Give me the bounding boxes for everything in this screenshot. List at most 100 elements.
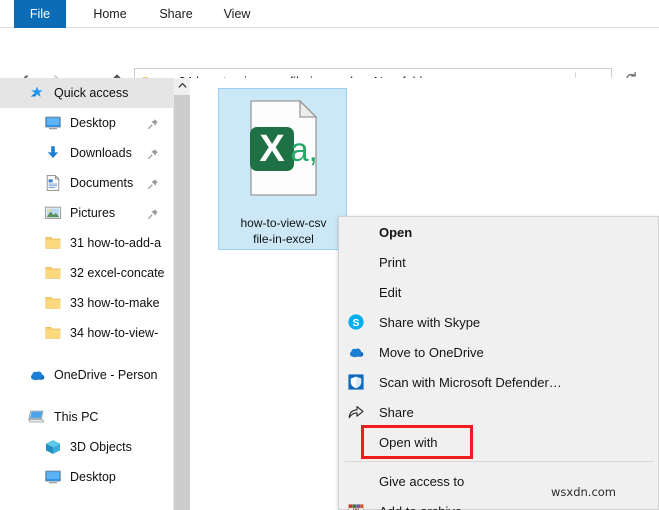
scroll-up-chevron-icon bbox=[177, 78, 188, 96]
context-menu-separator bbox=[345, 461, 654, 462]
pin-icon[interactable] bbox=[147, 177, 159, 189]
sidebar-item-label: This PC bbox=[54, 410, 99, 424]
onedrive-cloud-icon bbox=[345, 342, 367, 362]
ctx-open-with[interactable]: Open with bbox=[339, 427, 658, 457]
folder-icon bbox=[44, 324, 62, 342]
sidebar-item-desktop-pc[interactable]: Desktop bbox=[0, 462, 173, 492]
pin-icon[interactable] bbox=[147, 207, 159, 219]
onedrive-cloud-icon bbox=[28, 366, 46, 384]
quick-access-star-icon bbox=[28, 84, 46, 102]
ctx-print[interactable]: Print bbox=[339, 247, 658, 277]
share-arrow-icon bbox=[345, 402, 367, 422]
sidebar-item-label: 33 how-to-make bbox=[70, 296, 160, 310]
winrar-archive-icon: W bbox=[345, 501, 367, 510]
sidebar-item-downloads[interactable]: Downloads bbox=[0, 138, 173, 168]
pin-icon[interactable] bbox=[147, 117, 159, 129]
file-item-label: how-to-view-csv file-in-excel bbox=[219, 215, 348, 247]
desktop-monitor-icon bbox=[44, 468, 62, 486]
tab-share[interactable]: Share bbox=[150, 0, 202, 28]
ctx-open[interactable]: Open bbox=[339, 217, 658, 247]
sidebar-item-label: Quick access bbox=[54, 86, 129, 100]
context-menu-item-label: Give access to bbox=[379, 473, 465, 489]
scrollbar-thumb[interactable] bbox=[174, 95, 191, 510]
svg-text:X: X bbox=[259, 128, 285, 170]
defender-shield-icon bbox=[345, 372, 367, 392]
skype-icon: S bbox=[345, 312, 367, 332]
context-menu-item-label: Share with Skype bbox=[379, 314, 481, 330]
tab-file[interactable]: File bbox=[14, 0, 66, 28]
sidebar-item-label: Documents bbox=[70, 176, 134, 190]
sidebar-item-label: Desktop bbox=[70, 116, 116, 130]
sidebar-item-label: Pictures bbox=[70, 206, 116, 220]
ctx-share-with-skype[interactable]: S Share with Skype bbox=[339, 307, 658, 337]
tab-view-label: View bbox=[223, 7, 251, 21]
ctx-move-to-onedrive[interactable]: Move to OneDrive bbox=[339, 337, 658, 367]
no-icon-spacer bbox=[345, 252, 367, 272]
navigation-bar: « 34 how-to-view-csv-file-in-excel › New… bbox=[0, 28, 659, 96]
no-icon-spacer bbox=[345, 282, 367, 302]
sidebar-item-onedrive[interactable]: OneDrive - Person bbox=[0, 360, 173, 390]
context-menu-item-label: Print bbox=[379, 254, 406, 270]
documents-page-icon bbox=[44, 174, 62, 192]
sidebar-item-folder-34[interactable]: 34 how-to-view- bbox=[0, 318, 173, 348]
sidebar-item-label: OneDrive - Person bbox=[54, 368, 158, 382]
sidebar-item-documents[interactable]: Documents bbox=[0, 168, 173, 198]
svg-text:S: S bbox=[352, 317, 359, 329]
sidebar-item-label: 34 how-to-view- bbox=[70, 326, 159, 340]
navigation-pane-scrollbar[interactable] bbox=[173, 78, 191, 510]
this-pc-icon bbox=[28, 408, 46, 426]
sidebar-item-label: 32 excel-concate bbox=[70, 266, 165, 280]
3d-objects-cube-icon bbox=[44, 438, 62, 456]
tab-home[interactable]: Home bbox=[82, 0, 138, 28]
sidebar-item-this-pc[interactable]: This PC bbox=[0, 402, 173, 432]
sidebar-item-label: Desktop bbox=[70, 470, 116, 484]
sidebar-item-desktop[interactable]: Desktop bbox=[0, 108, 173, 138]
no-icon-spacer bbox=[345, 432, 367, 452]
navigation-pane[interactable]: Quick access Desktop Downloads Documents Pic… bbox=[0, 78, 173, 510]
downloads-arrow-icon bbox=[44, 144, 62, 162]
pictures-image-icon bbox=[44, 204, 62, 222]
sidebar-item-folder-31[interactable]: 31 how-to-add-a bbox=[0, 228, 173, 258]
context-menu-item-label: Add to archive… bbox=[379, 504, 475, 510]
tab-home-label: Home bbox=[93, 7, 127, 21]
context-menu-item-label: Share bbox=[379, 404, 414, 420]
file-item-csv[interactable]: X a, how-to-view-csv file-in-excel bbox=[218, 88, 347, 250]
file-item-label-line2: file-in-excel bbox=[253, 232, 314, 246]
sidebar-item-pictures[interactable]: Pictures bbox=[0, 198, 173, 228]
context-menu-item-label: Scan with Microsoft Defender… bbox=[379, 374, 562, 390]
scrollbar-up-button[interactable] bbox=[174, 78, 191, 95]
file-explorer-window: File Home Share View Quick access Deskto… bbox=[0, 0, 659, 510]
sidebar-item-quick-access[interactable]: Quick access bbox=[0, 78, 173, 108]
folder-icon bbox=[44, 234, 62, 252]
ctx-edit[interactable]: Edit bbox=[339, 277, 658, 307]
context-menu-item-label: Edit bbox=[379, 284, 402, 300]
sidebar-item-folder-32[interactable]: 32 excel-concate bbox=[0, 258, 173, 288]
watermark: wsxdn.com bbox=[551, 485, 617, 499]
folder-icon bbox=[44, 294, 62, 312]
context-menu-item-label: Open with bbox=[379, 434, 438, 450]
ctx-share[interactable]: Share bbox=[339, 397, 658, 427]
sidebar-item-3d-objects[interactable]: 3D Objects bbox=[0, 432, 173, 462]
file-item-label-line1: how-to-view-csv bbox=[240, 216, 327, 230]
svg-text:a,: a, bbox=[290, 131, 318, 168]
ctx-scan-with-defender[interactable]: Scan with Microsoft Defender… bbox=[339, 367, 658, 397]
desktop-monitor-icon bbox=[44, 114, 62, 132]
context-menu-item-label: Open bbox=[379, 224, 413, 240]
context-menu[interactable]: Open Print Edit S Share with Skype Move to On… bbox=[338, 216, 659, 510]
context-menu-item-label: Move to OneDrive bbox=[379, 344, 484, 360]
no-icon-spacer bbox=[345, 222, 367, 242]
excel-csv-file-icon: X a, bbox=[243, 99, 323, 197]
no-icon-spacer bbox=[345, 471, 367, 491]
sidebar-item-label: 3D Objects bbox=[70, 440, 132, 454]
sidebar-item-label: 31 how-to-add-a bbox=[70, 236, 162, 250]
tab-file-label: File bbox=[29, 7, 51, 21]
pin-icon[interactable] bbox=[147, 147, 159, 159]
tab-view[interactable]: View bbox=[212, 0, 262, 28]
sidebar-item-label: Downloads bbox=[70, 146, 132, 160]
sidebar-item-folder-33[interactable]: 33 how-to-make bbox=[0, 288, 173, 318]
tab-share-label: Share bbox=[159, 7, 193, 21]
ribbon-tab-bar: File Home Share View bbox=[0, 0, 659, 28]
folder-icon bbox=[44, 264, 62, 282]
